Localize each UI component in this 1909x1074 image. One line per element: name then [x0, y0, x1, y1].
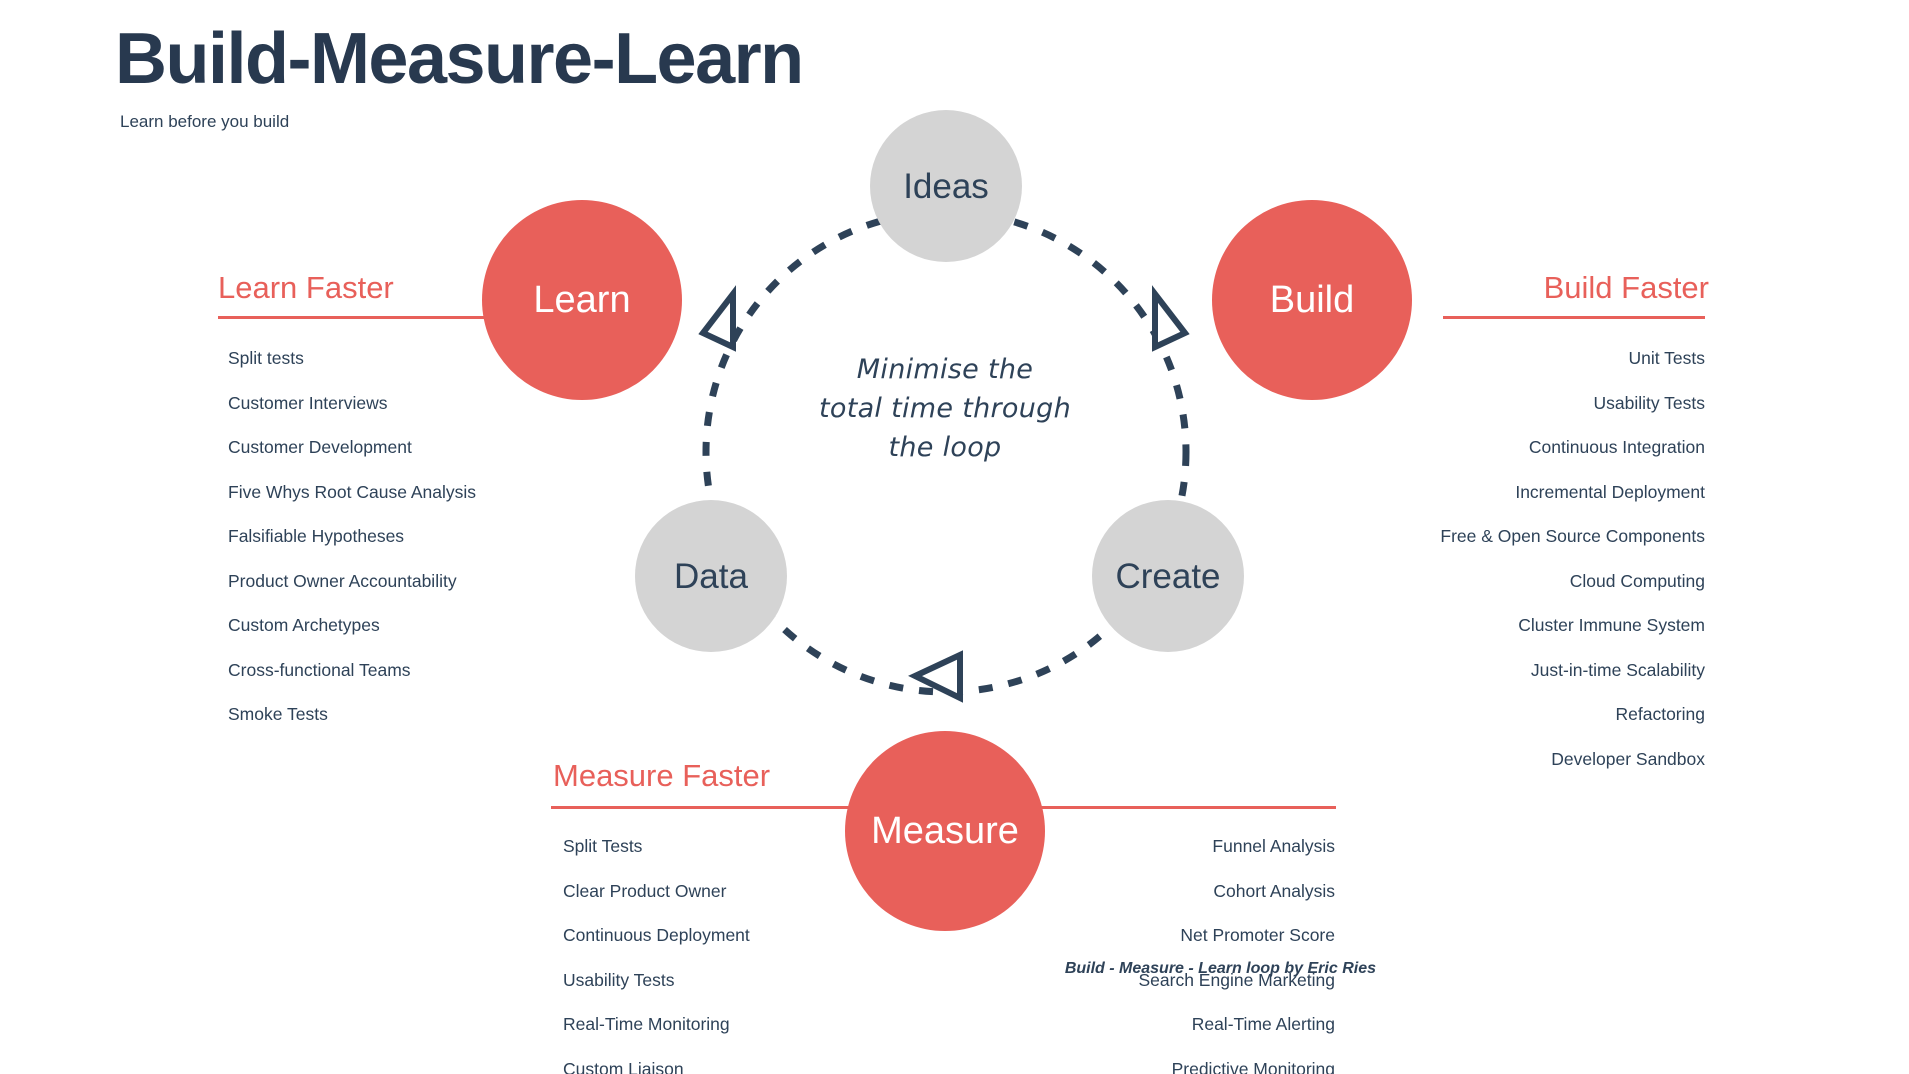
list-item: Refactoring	[1615, 704, 1706, 724]
list-item: Real-Time Monitoring	[563, 1014, 730, 1034]
section-title-build: Build Faster	[1543, 270, 1709, 305]
loop-node-learn-label: Learn	[533, 279, 631, 321]
loop-caption: Minimise the total time through the loop	[790, 350, 1100, 467]
loop-caption-line-1: Minimise the	[856, 354, 1034, 385]
section-rule-build	[1443, 316, 1705, 319]
loop-node-ideas[interactable]: Ideas	[870, 110, 1022, 262]
list-item: Continuous Deployment	[563, 925, 750, 945]
list-item: Clear Product Owner	[563, 880, 727, 901]
list-item: Split tests	[228, 348, 304, 368]
list-item: Developer Sandbox	[1551, 748, 1705, 769]
list-item: Incremental Deployment	[1515, 481, 1705, 502]
list-item: Predictive Monitoring	[1171, 1058, 1335, 1074]
loop-node-build-label: Build	[1269, 279, 1355, 321]
arrowhead-right	[1152, 285, 1190, 352]
loop-node-create[interactable]: Create	[1092, 500, 1244, 652]
credit-line: Build - Measure - Learn loop by Eric Rie…	[1064, 960, 1376, 977]
loop-node-data[interactable]: Data	[635, 500, 787, 652]
list-item: Custom Archetypes	[228, 615, 380, 635]
list-item: Cluster Immune System	[1518, 615, 1705, 635]
page-subtitle: Learn before you build	[120, 112, 290, 131]
list-item: Five Whys Root Cause Analysis	[228, 481, 477, 502]
arrowhead-bottom	[908, 650, 963, 703]
loop-node-data-label: Data	[674, 556, 748, 596]
loop-node-create-label: Create	[1115, 556, 1221, 596]
list-item: Custom Liaison	[563, 1058, 684, 1074]
arrowhead-left	[698, 285, 736, 352]
list-item: Split Tests	[563, 836, 643, 856]
loop-caption-line-3: the loop	[888, 432, 1002, 464]
list-item: Cloud Computing	[1569, 570, 1705, 591]
list-item: Just-in-time Scalability	[1530, 659, 1705, 680]
list-item: Continuous Integration	[1528, 437, 1705, 457]
page-title: Build-Measure-Learn	[115, 19, 804, 99]
list-item: Customer Interviews	[228, 392, 388, 413]
list-item: Net Promoter Score	[1180, 925, 1335, 945]
diagram-canvas: Build-Measure-Learn Learn before you bui…	[0, 0, 1909, 1074]
list-item: Usability Tests	[563, 969, 675, 990]
list-item: Usability Tests	[1593, 392, 1705, 413]
list-item: Unit Tests	[1628, 348, 1705, 368]
list-item: Funnel Analysis	[1212, 836, 1335, 856]
list-item: Smoke Tests	[228, 704, 328, 724]
section-title-learn: Learn Faster	[218, 270, 394, 305]
loop-node-ideas-label: Ideas	[903, 166, 989, 206]
section-title-measure: Measure Faster	[553, 758, 771, 793]
list-measure-faster-left: Split Tests Clear Product Owner Continuous…	[563, 836, 750, 1074]
list-learn-faster: Split tests Customer Interviews Customer D…	[228, 348, 477, 751]
list-item: Cohort Analysis	[1213, 880, 1335, 901]
list-measure-faster-right: Funnel Analysis Cohort Analysis Net Promot…	[900, 836, 1336, 1074]
list-item: Real-Time Alerting	[1191, 1014, 1335, 1034]
loop-caption-line-2: total time through	[819, 393, 1071, 425]
list-item: Product Owner Accountability	[228, 570, 457, 591]
section-rule-learn	[218, 316, 488, 319]
list-item: Cross-functional Teams	[228, 659, 411, 680]
loop-node-build[interactable]: Build	[1212, 200, 1412, 400]
list-item: Free & Open Source Components	[1440, 526, 1705, 546]
list-build-faster: Unit Tests Usability Tests Continuous Inte…	[1440, 348, 1706, 795]
loop-node-learn[interactable]: Learn	[482, 200, 682, 400]
section-rule-measure	[551, 806, 1336, 809]
list-item: Customer Development	[228, 437, 412, 457]
list-item: Falsifiable Hypotheses	[228, 526, 405, 546]
